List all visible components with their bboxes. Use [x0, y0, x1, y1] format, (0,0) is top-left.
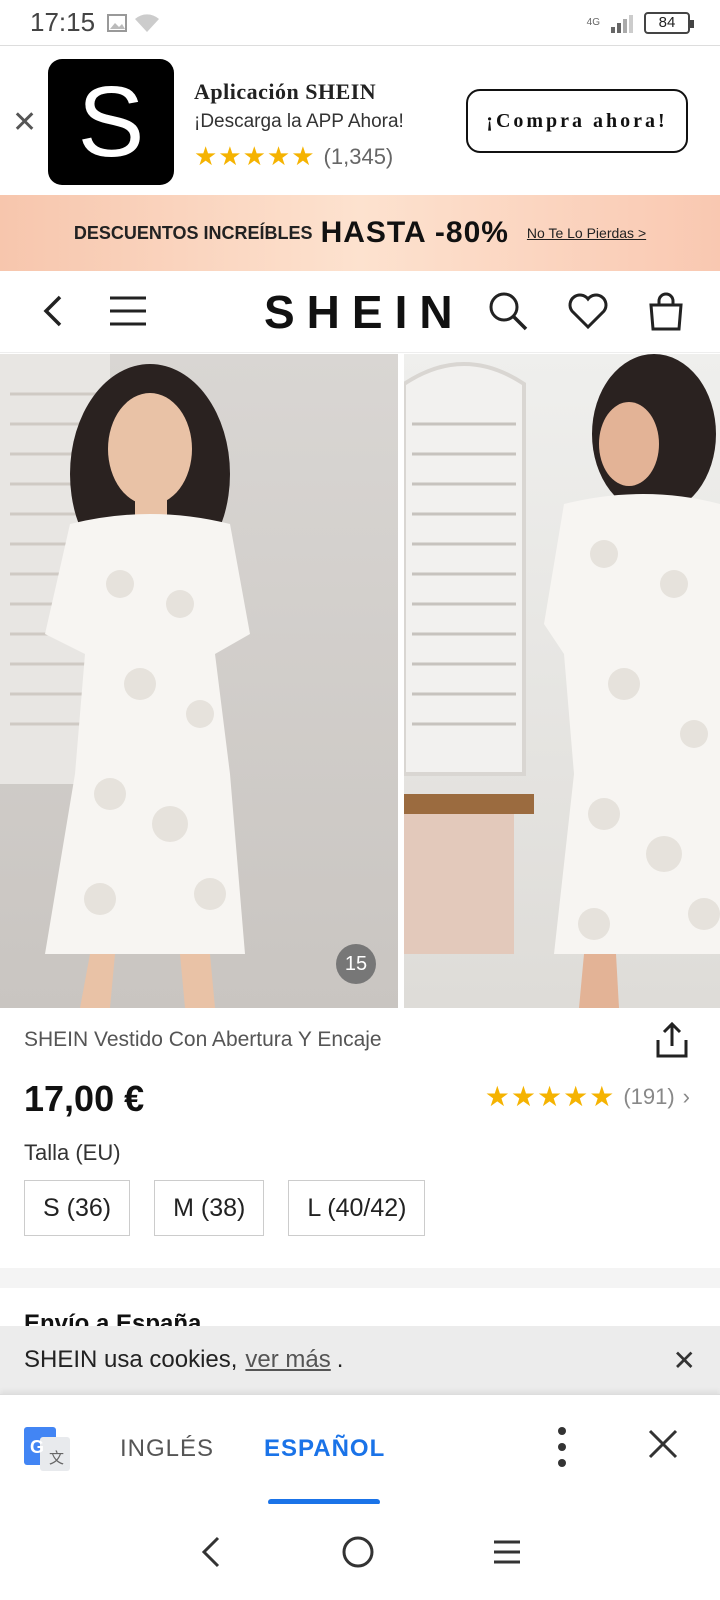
system-recents-icon[interactable] — [490, 1532, 524, 1572]
size-label: Talla (EU) — [24, 1140, 121, 1165]
size-option-s[interactable]: S (36) — [24, 1180, 131, 1236]
product-name: SHEIN Vestido Con Abertura Y Encaje — [24, 1028, 382, 1051]
status-bar: 17:15 4G 84 — [0, 0, 720, 46]
promo-link[interactable]: No Te Lo Pierdas > — [527, 225, 646, 241]
shein-app-logo: S — [48, 59, 174, 185]
size-option-l[interactable]: L (40/42) — [288, 1180, 426, 1236]
app-rating-stars-icon: ★★★★★ — [194, 141, 316, 171]
image-icon — [107, 13, 128, 32]
rating-stars-icon: ★★★★★ — [484, 1081, 616, 1112]
language-english[interactable]: INGLÉS — [120, 1435, 214, 1463]
app-subtitle: ¡Descarga la APP Ahora! — [194, 111, 404, 132]
cookie-notice: SHEIN usa cookies, ver más . ✕ — [0, 1326, 720, 1394]
product-gallery[interactable]: 15 — [0, 354, 720, 1008]
share-icon[interactable] — [652, 1020, 692, 1060]
photo-illustration-2 — [404, 354, 720, 1008]
app-reviews-count: (1,345) — [323, 143, 394, 169]
back-arrow-icon[interactable] — [38, 289, 68, 333]
app-rating: ★★★★★ (1,345) — [194, 141, 404, 172]
close-cookie-icon[interactable]: ✕ — [673, 1344, 696, 1377]
signal-icon — [611, 14, 633, 33]
promo-banner[interactable]: DESCUENTOS INCREÍBLES HASTA -80% No Te L… — [0, 195, 720, 271]
shein-logo[interactable]: SHEIN — [264, 285, 465, 339]
language-spanish[interactable]: ESPAÑOL — [264, 1435, 385, 1463]
product-photo-front[interactable]: 15 — [0, 354, 398, 1008]
close-translate-icon[interactable] — [648, 1429, 678, 1459]
chevron-right-icon: › — [682, 1083, 690, 1109]
app-info: Aplicación SHEIN ¡Descarga la APP Ahora!… — [194, 79, 404, 172]
size-option-m[interactable]: M (38) — [154, 1180, 265, 1236]
product-price: 17,00 € — [24, 1078, 145, 1119]
buy-now-button[interactable]: ¡Compra ahora! — [466, 89, 688, 153]
product-photo-back[interactable] — [404, 354, 720, 1008]
system-navigation-bar — [0, 1504, 720, 1600]
close-banner-icon[interactable]: ✕ — [12, 105, 37, 140]
size-options: S (36) M (38) L (40/42) — [24, 1180, 426, 1236]
hamburger-menu-icon[interactable] — [108, 289, 148, 333]
cookie-tail: . — [336, 1346, 344, 1373]
cookie-text: SHEIN usa cookies, — [24, 1346, 238, 1373]
system-back-icon[interactable] — [196, 1532, 226, 1572]
top-nav: SHEIN — [0, 271, 720, 353]
promo-lead: DESCUENTOS INCREÍBLES — [73, 222, 313, 243]
photo-illustration — [0, 354, 250, 1008]
google-translate-icon: G 文 — [24, 1427, 70, 1471]
app-install-banner: ✕ S Aplicación SHEIN ¡Descarga la APP Ah… — [0, 47, 720, 195]
network-label: 4G — [586, 17, 600, 28]
more-options-icon[interactable] — [556, 1425, 568, 1469]
cookie-more-link[interactable]: ver más — [245, 1346, 330, 1374]
section-divider — [0, 1268, 720, 1288]
shopping-bag-icon[interactable] — [646, 289, 686, 333]
promo-highlight: HASTA -80% — [320, 216, 509, 249]
search-icon[interactable] — [486, 289, 530, 333]
status-notification-icons — [107, 13, 161, 33]
app-title: Aplicación SHEIN — [194, 79, 377, 104]
status-time: 17:15 — [30, 7, 96, 37]
svg-text:G: G — [30, 1437, 44, 1457]
battery-icon: 84 — [644, 11, 694, 34]
rating-count: (191) — [623, 1083, 675, 1109]
wifi-question-icon — [135, 13, 160, 32]
svg-text:文: 文 — [49, 1449, 64, 1467]
system-home-icon[interactable] — [338, 1532, 378, 1572]
translate-bar: G 文 INGLÉS ESPAÑOL — [0, 1394, 720, 1505]
heart-icon[interactable] — [566, 289, 610, 333]
image-counter: 15 — [336, 944, 376, 984]
product-rating[interactable]: ★★★★★ (191) › — [485, 1080, 690, 1113]
